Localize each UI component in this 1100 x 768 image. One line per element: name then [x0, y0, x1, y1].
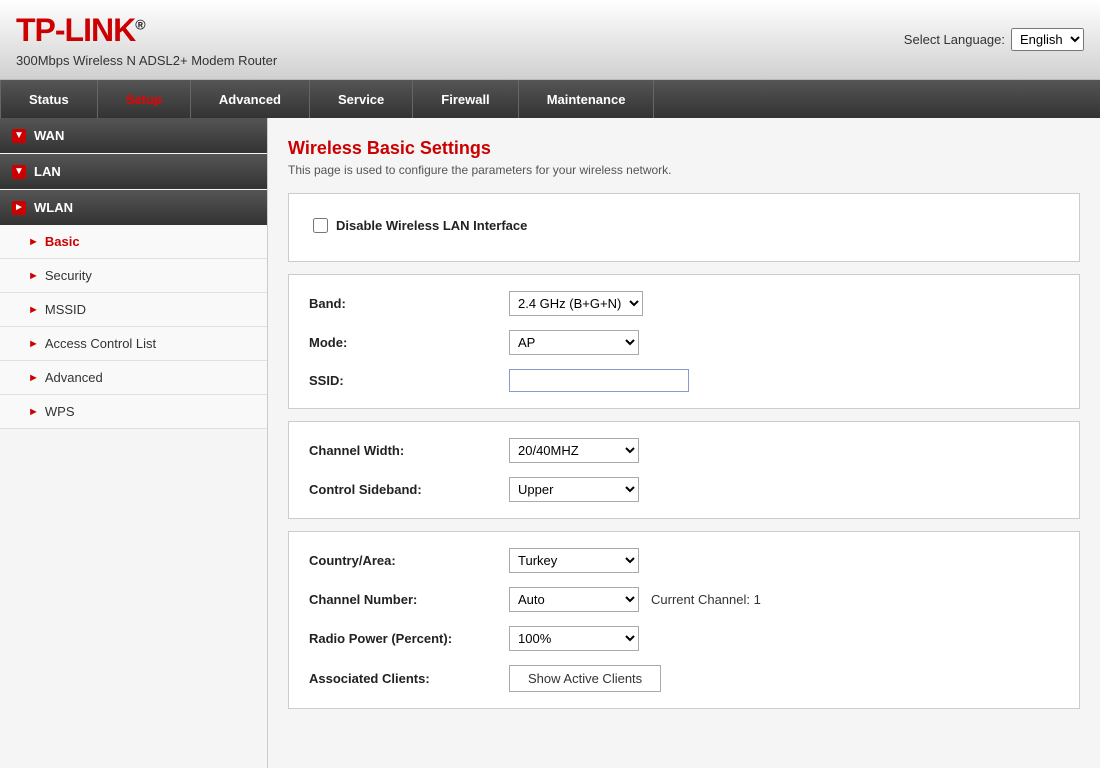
- channel-number-select[interactable]: Auto: [509, 587, 639, 612]
- control-sideband-label: Control Sideband:: [309, 482, 509, 497]
- mode-control: AP: [509, 330, 1059, 355]
- page-title: Wireless Basic Settings: [288, 138, 1080, 159]
- content-area: SetupRouter.com Wireless Basic Settings …: [268, 118, 1100, 768]
- country-control: Turkey: [509, 548, 1059, 573]
- section-band-mode-ssid: Band: 2.4 GHz (B+G+N) Mode: AP SSID:: [288, 274, 1080, 409]
- sidebar-group-lan: ▼ LAN: [0, 154, 267, 189]
- section-channel: Channel Width: 20/40MHZ Control Sideband…: [288, 421, 1080, 519]
- advanced-bullet: ►: [28, 372, 39, 384]
- country-select[interactable]: Turkey: [509, 548, 639, 573]
- sidebar-item-acl[interactable]: ► Access Control List: [0, 327, 267, 361]
- mode-select[interactable]: AP: [509, 330, 639, 355]
- mode-row: Mode: AP: [309, 330, 1059, 355]
- show-active-clients-button[interactable]: Show Active Clients: [509, 665, 661, 692]
- top-bar: TP-LINK® 300Mbps Wireless N ADSL2+ Modem…: [0, 0, 1100, 80]
- page-desc: This page is used to configure the param…: [288, 163, 1080, 177]
- logo: TP-LINK®: [16, 12, 277, 49]
- mode-label: Mode:: [309, 335, 509, 350]
- radio-power-control: 100%: [509, 626, 1059, 651]
- disable-wireless-label: Disable Wireless LAN Interface: [336, 218, 527, 233]
- radio-power-label: Radio Power (Percent):: [309, 631, 509, 646]
- nav-firewall[interactable]: Firewall: [413, 80, 518, 118]
- control-sideband-select[interactable]: Upper: [509, 477, 639, 502]
- nav-setup[interactable]: Setup: [98, 80, 191, 118]
- security-bullet: ►: [28, 270, 39, 282]
- sidebar-item-security[interactable]: ► Security: [0, 259, 267, 293]
- nav-maintenance[interactable]: Maintenance: [519, 80, 655, 118]
- channel-width-select[interactable]: 20/40MHZ: [509, 438, 639, 463]
- control-sideband-row: Control Sideband: Upper: [309, 477, 1059, 502]
- ssid-label: SSID:: [309, 373, 509, 388]
- nav-advanced[interactable]: Advanced: [191, 80, 310, 118]
- main-layout: ▼ WAN ▼ LAN ► WLAN ► Basic ► Security: [0, 118, 1100, 768]
- channel-number-control: Auto Current Channel: 1: [509, 587, 1059, 612]
- sidebar-header-wlan[interactable]: ► WLAN: [0, 190, 267, 225]
- sidebar-basic-label: Basic: [45, 234, 80, 249]
- disable-wireless-row: Disable Wireless LAN Interface: [309, 210, 1059, 241]
- sidebar-security-label: Security: [45, 268, 92, 283]
- band-select[interactable]: 2.4 GHz (B+G+N): [509, 291, 643, 316]
- sidebar-lan-label: LAN: [34, 164, 61, 179]
- radio-power-select[interactable]: 100%: [509, 626, 639, 651]
- sidebar-item-wps[interactable]: ► WPS: [0, 395, 267, 429]
- logo-text: TP-LINK®: [16, 12, 145, 48]
- band-label: Band:: [309, 296, 509, 311]
- nav-status[interactable]: Status: [0, 80, 98, 118]
- basic-bullet: ►: [28, 236, 39, 248]
- sidebar-mssid-label: MSSID: [45, 302, 86, 317]
- sidebar-header-wan[interactable]: ▼ WAN: [0, 118, 267, 153]
- section-disable-wireless: Disable Wireless LAN Interface: [288, 193, 1080, 262]
- sidebar-group-wlan: ► WLAN ► Basic ► Security ► MSSID ► Acce…: [0, 190, 267, 429]
- model-text: 300Mbps Wireless N ADSL2+ Modem Router: [16, 53, 277, 68]
- disable-wireless-checkbox[interactable]: [313, 218, 328, 233]
- wlan-arrow: ►: [12, 201, 26, 215]
- lan-arrow: ▼: [12, 165, 26, 179]
- main-nav: Status Setup Advanced Service Firewall M…: [0, 80, 1100, 118]
- sidebar: ▼ WAN ▼ LAN ► WLAN ► Basic ► Security: [0, 118, 268, 768]
- associated-clients-row: Associated Clients: Show Active Clients: [309, 665, 1059, 692]
- sidebar-wan-label: WAN: [34, 128, 64, 143]
- lang-label: Select Language:: [904, 32, 1005, 47]
- ssid-control: [509, 369, 1059, 392]
- current-channel-info: Current Channel: 1: [651, 592, 761, 607]
- control-sideband-control: Upper: [509, 477, 1059, 502]
- sidebar-acl-label: Access Control List: [45, 336, 156, 351]
- wan-arrow: ▼: [12, 129, 26, 143]
- radio-power-row: Radio Power (Percent): 100%: [309, 626, 1059, 651]
- associated-clients-label: Associated Clients:: [309, 671, 509, 686]
- language-select[interactable]: English: [1011, 28, 1084, 51]
- channel-width-control: 20/40MHZ: [509, 438, 1059, 463]
- sidebar-item-basic[interactable]: ► Basic: [0, 225, 267, 259]
- sidebar-header-lan[interactable]: ▼ LAN: [0, 154, 267, 189]
- language-selector-area: Select Language: English: [904, 28, 1084, 51]
- ssid-input[interactable]: [509, 369, 689, 392]
- mssid-bullet: ►: [28, 304, 39, 316]
- sidebar-item-mssid[interactable]: ► MSSID: [0, 293, 267, 327]
- channel-number-row: Channel Number: Auto Current Channel: 1: [309, 587, 1059, 612]
- channel-width-row: Channel Width: 20/40MHZ: [309, 438, 1059, 463]
- sidebar-advanced-label: Advanced: [45, 370, 103, 385]
- country-row: Country/Area: Turkey: [309, 548, 1059, 573]
- sidebar-wlan-label: WLAN: [34, 200, 73, 215]
- wps-bullet: ►: [28, 406, 39, 418]
- section-country-power: Country/Area: Turkey Channel Number: Aut…: [288, 531, 1080, 709]
- band-row: Band: 2.4 GHz (B+G+N): [309, 291, 1059, 316]
- channel-width-label: Channel Width:: [309, 443, 509, 458]
- sidebar-wps-label: WPS: [45, 404, 75, 419]
- sidebar-item-advanced[interactable]: ► Advanced: [0, 361, 267, 395]
- logo-reg: ®: [135, 16, 144, 32]
- nav-service[interactable]: Service: [310, 80, 413, 118]
- country-label: Country/Area:: [309, 553, 509, 568]
- band-control: 2.4 GHz (B+G+N): [509, 291, 1059, 316]
- associated-clients-control: Show Active Clients: [509, 665, 1059, 692]
- ssid-row: SSID:: [309, 369, 1059, 392]
- acl-bullet: ►: [28, 338, 39, 350]
- logo-area: TP-LINK® 300Mbps Wireless N ADSL2+ Modem…: [16, 12, 277, 68]
- channel-number-label: Channel Number:: [309, 592, 509, 607]
- sidebar-group-wan: ▼ WAN: [0, 118, 267, 153]
